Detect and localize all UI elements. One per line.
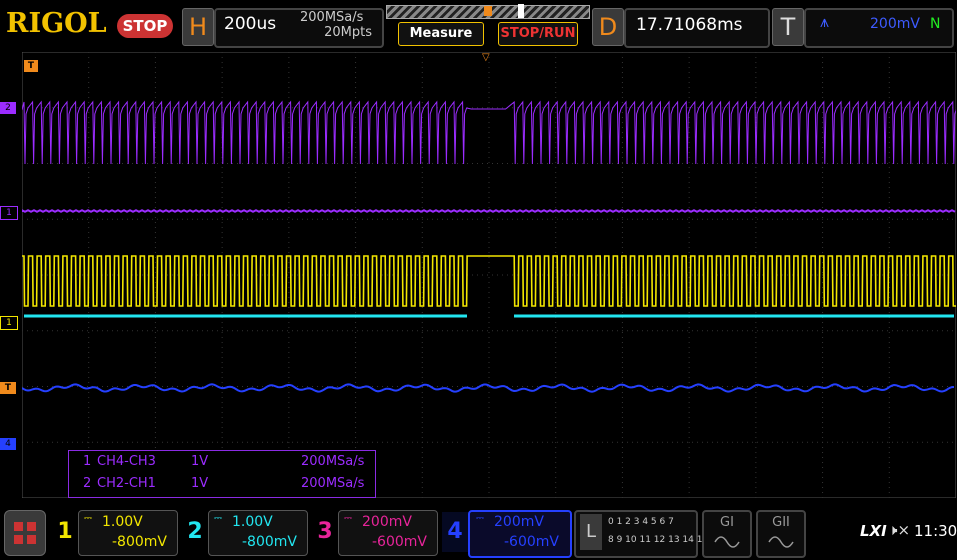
- ch2-scale: 1.00V: [232, 514, 273, 530]
- trigger-level-marker[interactable]: T: [0, 382, 16, 394]
- generator-1-button[interactable]: GI: [702, 510, 752, 558]
- horizontal-trigger-marker[interactable]: T: [24, 60, 38, 72]
- ch1-button[interactable]: 1: [52, 512, 78, 552]
- ch4-offset: -600mV: [504, 534, 559, 550]
- main-menu-button[interactable]: [4, 510, 46, 556]
- speaker-muted-icon[interactable]: 🕨︎×: [888, 521, 910, 539]
- rising-edge-icon: ⩚: [820, 12, 830, 31]
- trigger-position-arrow[interactable]: ▽: [482, 52, 490, 63]
- dc-coupling-icon: ⎓: [476, 513, 484, 524]
- math-row-1-rate: 200MSa/s: [301, 454, 365, 469]
- math-row-1-expr: CH4-CH3: [97, 454, 156, 469]
- ch1-offset: -800mV: [112, 534, 167, 550]
- logic-menu-button[interactable]: L: [580, 514, 602, 550]
- trigger-position-marker: [484, 6, 492, 16]
- generator-2-button[interactable]: GII: [756, 510, 806, 558]
- math-row-2-id: 2: [83, 476, 92, 491]
- lxi-logo: LXI: [860, 522, 887, 540]
- ch3-offset: -600mV: [372, 534, 427, 550]
- ch2-button[interactable]: 2: [182, 512, 208, 552]
- math2-offset-marker[interactable]: 2: [0, 102, 16, 114]
- ch3-scale: 200mV: [362, 514, 412, 530]
- math-info-panel[interactable]: 1 CH4-CH3 1V 200MSa/s 2 CH2-CH1 1V 200MS…: [68, 450, 376, 498]
- ch3-button[interactable]: 3: [312, 512, 338, 552]
- math-row-2-expr: CH2-CH1: [97, 476, 156, 491]
- ch1-scale: 1.00V: [102, 514, 143, 530]
- sine-wave-icon: [768, 536, 794, 548]
- generator-1-label: GI: [720, 515, 734, 530]
- dc-coupling-icon: ⎓: [84, 513, 92, 524]
- delay-menu-button[interactable]: D: [592, 8, 624, 46]
- logic-channels-high: 8 9 10 11 12 13 14 15: [608, 535, 709, 545]
- ch4-offset-marker[interactable]: 4: [0, 438, 16, 450]
- math-row-1-id: 1: [83, 454, 92, 469]
- rigol-logo: RIGOL: [6, 8, 107, 39]
- trigger-menu-button[interactable]: T: [772, 8, 804, 46]
- ch2-offset: -800mV: [242, 534, 297, 550]
- math1-trace: [22, 209, 956, 213]
- timebase-value: 200us: [224, 14, 277, 34]
- ch1-offset-marker[interactable]: 1: [0, 316, 18, 330]
- math-row-1-scale: 1V: [191, 454, 209, 469]
- delay-value: 17.71068ms: [636, 15, 743, 35]
- dc-coupling-icon: ⎓: [344, 513, 352, 524]
- math-row-2-rate: 200MSa/s: [301, 476, 365, 491]
- sample-rate-value: 200MSa/s: [300, 10, 364, 25]
- run-status-badge[interactable]: STOP: [117, 14, 173, 38]
- memory-depth-value: 20Mpts: [324, 25, 372, 40]
- horizontal-menu-button[interactable]: H: [182, 8, 214, 46]
- stop-run-button[interactable]: STOP/RUN: [498, 22, 578, 46]
- sine-wave-icon: [714, 536, 740, 548]
- trigger-level-value: 200mV: [870, 16, 920, 32]
- logic-channels-low: 0 1 2 3 4 5 6 7: [608, 517, 674, 527]
- waveform-display[interactable]: [22, 52, 956, 498]
- math-row-2-scale: 1V: [191, 476, 209, 491]
- top-bar: RIGOL STOP H 200us 200MSa/s 20Mpts Measu…: [0, 0, 957, 52]
- clock-time: 11:30: [914, 522, 957, 540]
- measure-button[interactable]: Measure: [398, 22, 484, 46]
- ch4-scale: 200mV: [494, 514, 544, 530]
- math1-offset-marker[interactable]: 1: [0, 206, 18, 220]
- trigger-mode-value: N: [930, 16, 941, 32]
- ch4-button[interactable]: 4: [442, 512, 468, 552]
- dc-coupling-icon: ⎓: [214, 513, 222, 524]
- grid-menu-icon: [14, 522, 36, 544]
- view-window-marker: [518, 4, 524, 18]
- generator-2-label: GII: [772, 515, 790, 530]
